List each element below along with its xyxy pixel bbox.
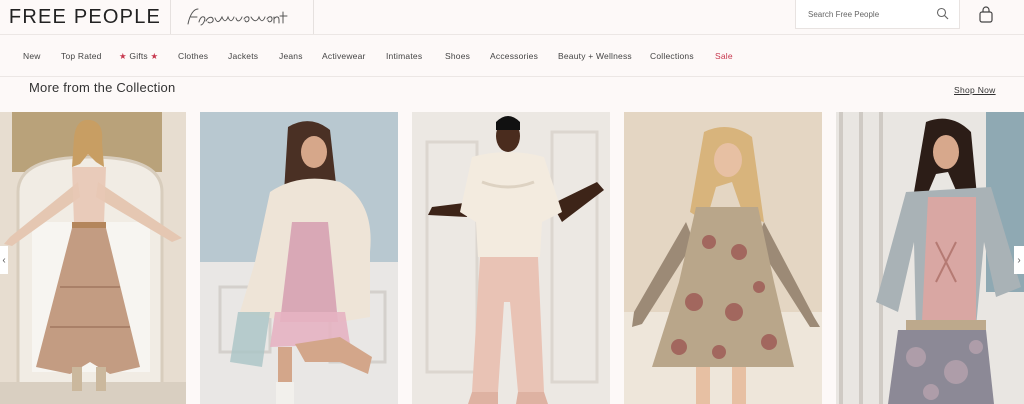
product-tile-5[interactable] [836, 112, 1024, 404]
shop-now-link[interactable]: Shop Now [954, 85, 996, 95]
section-title: More from the Collection [29, 80, 176, 95]
nav-item-sale[interactable]: Sale [715, 51, 733, 61]
carousel-prev-button[interactable]: ‹ [0, 246, 8, 274]
nav-item-gifts-label: Gifts [129, 51, 148, 61]
nav-item-collections[interactable]: Collections [650, 51, 694, 61]
site-header: FREE PEOPLE [0, 0, 1024, 34]
nav-item-jeans[interactable]: Jeans [279, 51, 303, 61]
product-image-2[interactable] [200, 112, 398, 404]
nav-item-gifts[interactable]: ★ Gifts ★ [119, 51, 158, 62]
nav-item-jackets[interactable]: Jackets [228, 51, 258, 61]
search-input[interactable] [806, 8, 935, 20]
nav-item-clothes[interactable]: Clothes [178, 51, 208, 61]
chevron-left-icon: ‹ [2, 254, 6, 266]
main-navigation: New Top Rated ★ Gifts ★ Clothes Jackets … [0, 35, 1024, 76]
chevron-right-icon: › [1017, 254, 1021, 266]
search-box[interactable] [795, 0, 960, 29]
carousel-next-button[interactable]: › [1014, 246, 1024, 274]
nav-item-new[interactable]: New [23, 51, 41, 61]
product-tile-1[interactable] [0, 112, 186, 404]
nav-item-intimates[interactable]: Intimates [386, 51, 422, 61]
fp-movement-wordmark [187, 8, 288, 26]
star-icon: ★ [119, 51, 127, 61]
nav-item-accessories[interactable]: Accessories [490, 51, 538, 61]
product-image-3[interactable] [412, 112, 610, 404]
free-people-logo[interactable]: FREE PEOPLE [0, 0, 170, 34]
nav-item-activewear[interactable]: Activewear [322, 51, 366, 61]
product-image-4[interactable] [624, 112, 822, 404]
nav-item-top-rated[interactable]: Top Rated [61, 51, 102, 61]
product-tile-2[interactable] [200, 112, 398, 404]
star-icon: ★ [150, 51, 159, 61]
product-tile-4[interactable] [624, 112, 822, 404]
fp-movement-logo[interactable] [170, 0, 314, 34]
nav-item-beauty-wellness[interactable]: Beauty + Wellness [558, 51, 632, 61]
nav-item-shoes[interactable]: Shoes [445, 51, 470, 61]
shopping-bag-icon[interactable] [976, 5, 996, 25]
search-icon[interactable] [936, 7, 949, 25]
product-tile-3[interactable] [412, 112, 610, 404]
nav-divider [0, 76, 1024, 77]
product-image-5[interactable] [836, 112, 1024, 404]
product-image-1[interactable] [0, 112, 186, 404]
